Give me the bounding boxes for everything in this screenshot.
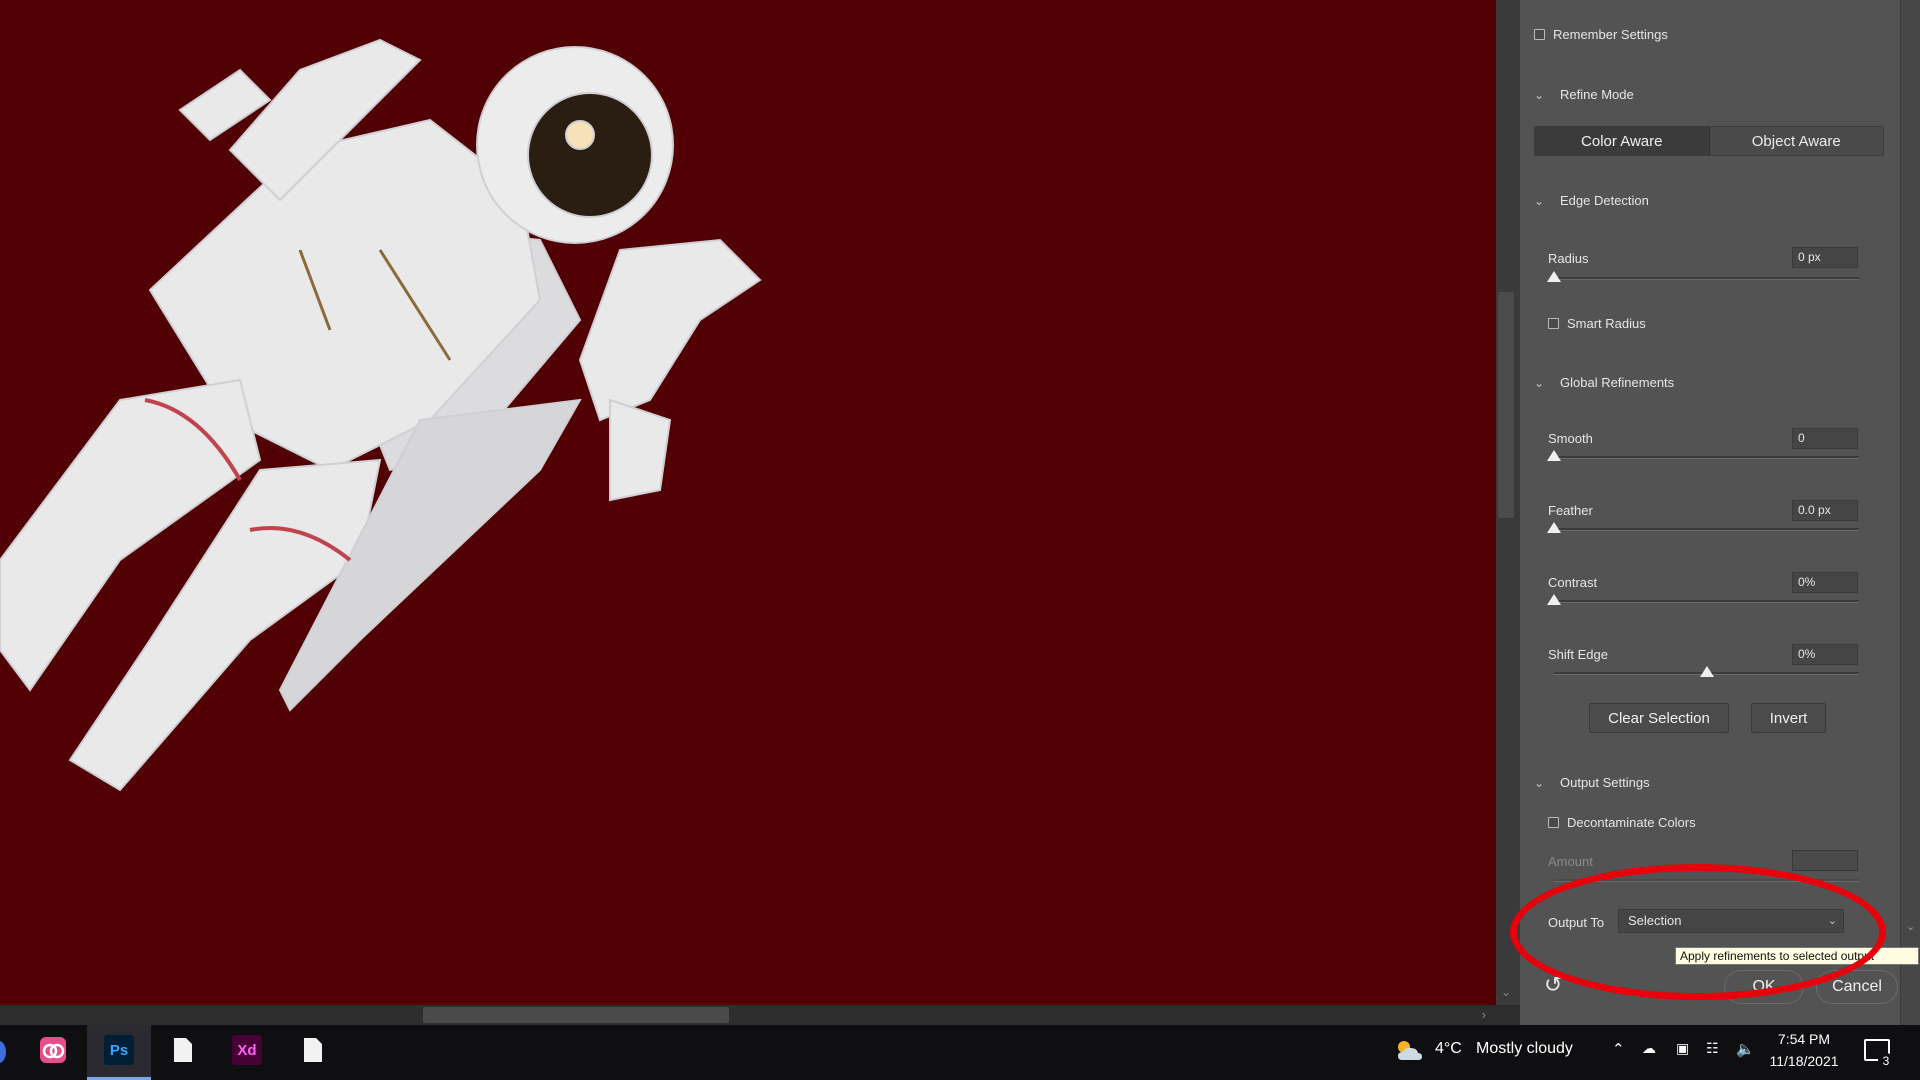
shift-edge-label: Shift Edge <box>1548 647 1608 662</box>
smart-radius-label: Smart Radius <box>1567 316 1646 331</box>
chevron-down-icon: ⌄ <box>1827 915 1837 927</box>
taskbar: Ps Xd 4°C Mostly cloudy ⌃ ☁ ▣ ☷ 🔈 7:54 P… <box>0 1025 1920 1080</box>
panel-scrollbar[interactable]: ⌄ <box>1900 0 1920 1025</box>
amount-slider <box>1554 879 1859 882</box>
scroll-corner <box>1496 1005 1520 1025</box>
refine-mode-toggle[interactable]: Color Aware Object Aware <box>1534 126 1884 156</box>
weather-temperature[interactable]: 4°C <box>1435 1040 1462 1058</box>
radius-slider[interactable] <box>1554 277 1859 280</box>
vertical-scroll-thumb[interactable] <box>1498 292 1514 518</box>
output-to-select[interactable]: Selection ⌄ <box>1618 909 1844 933</box>
shift-edge-slider-thumb[interactable] <box>1699 666 1714 677</box>
smart-radius-row[interactable]: Smart Radius <box>1548 316 1920 331</box>
output-to-label: Output To <box>1548 915 1605 930</box>
radius-slider-thumb[interactable] <box>1547 271 1561 282</box>
reset-icon[interactable]: ↺ <box>1544 974 1568 998</box>
smooth-slider[interactable] <box>1554 456 1859 459</box>
meet-now-icon[interactable]: ▣ <box>1676 1040 1689 1057</box>
feather-label: Feather <box>1548 503 1593 518</box>
chevron-up-icon[interactable]: ⌃ <box>1612 1040 1625 1058</box>
output-tooltip: Apply refinements to selected output <box>1675 947 1919 965</box>
wifi-icon[interactable]: ☷ <box>1706 1040 1719 1057</box>
decontaminate-label: Decontaminate Colors <box>1567 815 1696 830</box>
smooth-label: Smooth <box>1548 431 1593 446</box>
contrast-slider[interactable] <box>1554 600 1859 603</box>
cancel-button[interactable]: Cancel <box>1816 970 1898 1004</box>
astronaut-image <box>0 38 762 792</box>
radius-label: Radius <box>1548 251 1589 266</box>
amount-label: Amount <box>1548 854 1593 869</box>
clock-time[interactable]: 7:54 PM <box>1766 1031 1842 1047</box>
color-aware-option[interactable]: Color Aware <box>1535 127 1710 155</box>
remember-settings-checkbox[interactable] <box>1534 29 1545 40</box>
properties-panel: Remember Settings ⌄ Refine Mode Color Aw… <box>1520 0 1900 1025</box>
invert-button[interactable]: Invert <box>1751 703 1826 733</box>
feather-slider[interactable] <box>1554 528 1859 531</box>
smart-radius-checkbox[interactable] <box>1548 318 1559 329</box>
feather-input[interactable]: 0.0 px <box>1792 500 1858 521</box>
refine-mode-header[interactable]: ⌄ Refine Mode <box>1534 87 1634 102</box>
file-icon[interactable] <box>298 1035 328 1065</box>
clock-date[interactable]: 11/18/2021 <box>1766 1053 1842 1069</box>
ok-button[interactable]: OK <box>1724 970 1804 1004</box>
output-settings-title: Output Settings <box>1560 775 1650 790</box>
decontaminate-checkbox[interactable] <box>1548 817 1559 828</box>
onedrive-icon[interactable]: ☁ <box>1642 1040 1656 1057</box>
refine-mode-title: Refine Mode <box>1560 87 1634 102</box>
contrast-slider-thumb[interactable] <box>1547 594 1561 605</box>
file-icon[interactable] <box>168 1035 198 1065</box>
output-settings-header[interactable]: ⌄ Output Settings <box>1534 775 1650 790</box>
chevron-down-icon[interactable]: ⌄ <box>1534 194 1552 208</box>
global-refinements-header[interactable]: ⌄ Global Refinements <box>1534 375 1674 390</box>
output-to-value: Selection <box>1628 913 1682 928</box>
feather-slider-thumb[interactable] <box>1547 522 1561 533</box>
horizontal-scroll-thumb[interactable] <box>423 1007 729 1023</box>
chevron-down-icon[interactable]: ⌄ <box>1534 776 1552 790</box>
shift-edge-input[interactable]: 0% <box>1792 644 1858 665</box>
document-canvas[interactable] <box>0 0 1496 1005</box>
amount-input <box>1792 850 1858 871</box>
chevron-down-icon[interactable]: ⌄ <box>1534 88 1552 102</box>
weather-description[interactable]: Mostly cloudy <box>1476 1040 1573 1058</box>
remember-settings-row[interactable]: Remember Settings <box>1534 27 1914 42</box>
speaker-icon[interactable]: 🔈 <box>1736 1040 1755 1058</box>
clear-selection-button[interactable]: Clear Selection <box>1589 703 1729 733</box>
edge-detection-header[interactable]: ⌄ Edge Detection <box>1534 193 1649 208</box>
canvas-vertical-scrollbar[interactable]: ⌄ <box>1496 0 1520 1005</box>
remember-settings-label: Remember Settings <box>1553 27 1668 42</box>
weather-cloud-icon[interactable] <box>1394 1038 1424 1064</box>
smooth-input[interactable]: 0 <box>1792 428 1858 449</box>
scroll-down-icon[interactable]: ⌄ <box>1501 985 1511 999</box>
global-refinements-title: Global Refinements <box>1560 375 1675 390</box>
app-icon-partial[interactable] <box>0 1041 6 1063</box>
decontaminate-row[interactable]: Decontaminate Colors <box>1548 815 1920 830</box>
contrast-label: Contrast <box>1548 575 1598 590</box>
creative-cloud-icon[interactable] <box>38 1035 68 1065</box>
canvas-horizontal-scrollbar[interactable]: › <box>0 1005 1496 1025</box>
notification-count-badge: 3 <box>1878 1053 1894 1069</box>
scroll-down-icon[interactable]: ⌄ <box>1906 920 1915 933</box>
scroll-right-icon[interactable]: › <box>1482 1007 1486 1022</box>
contrast-input[interactable]: 0% <box>1792 572 1858 593</box>
radius-input[interactable]: 0 px <box>1792 247 1858 268</box>
smooth-slider-thumb[interactable] <box>1547 450 1561 461</box>
edge-detection-title: Edge Detection <box>1560 193 1649 208</box>
chevron-down-icon[interactable]: ⌄ <box>1534 376 1552 390</box>
object-aware-option[interactable]: Object Aware <box>1709 127 1883 155</box>
photoshop-icon[interactable]: Ps <box>104 1035 134 1065</box>
adobe-xd-icon[interactable]: Xd <box>232 1035 262 1065</box>
